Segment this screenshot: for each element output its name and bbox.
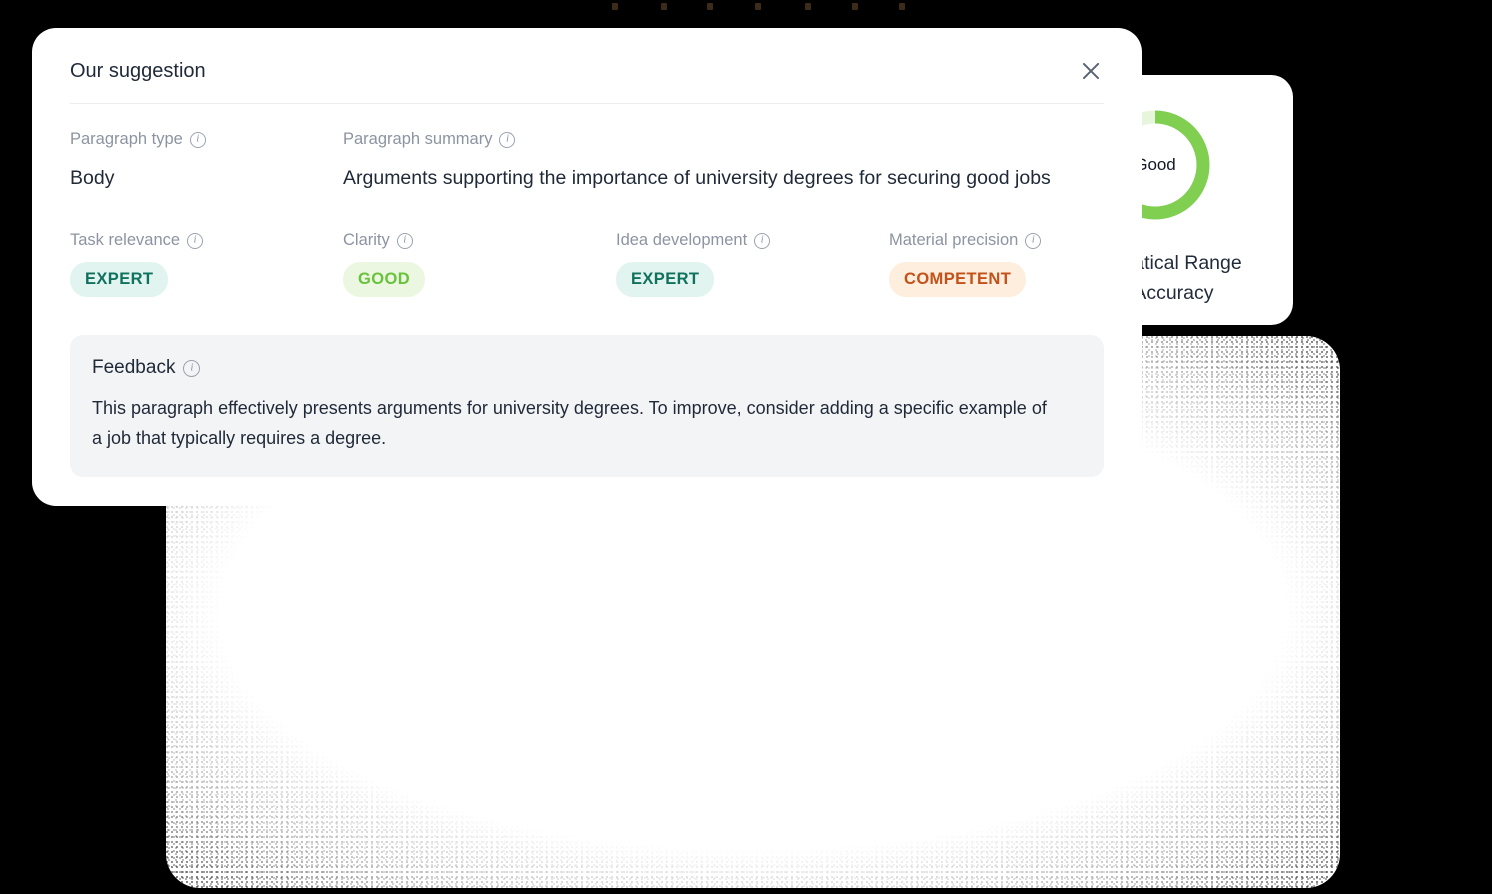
rating-label-text: Clarity <box>343 231 390 249</box>
paragraph-meta-row: Paragraph type i Body Paragraph summary … <box>70 130 1104 193</box>
speck <box>707 3 713 10</box>
rating-column: Material precision i COMPETENT <box>889 231 1162 297</box>
info-icon[interactable]: i <box>1025 232 1042 249</box>
rating-label: Clarity i <box>343 231 616 250</box>
speck <box>852 3 858 10</box>
speck <box>899 3 905 10</box>
rating-label-text: Task relevance <box>70 231 181 249</box>
paragraph-type-field: Paragraph type i Body <box>70 130 343 193</box>
paragraph-summary-value: Arguments supporting the importance of u… <box>343 167 1051 189</box>
paragraph-type-label-text: Paragraph type <box>70 130 183 148</box>
rating-label-text: Material precision <box>889 231 1019 249</box>
ratings-row: Task relevance i EXPERT Clarity i GOOD Idea de… <box>70 231 1104 297</box>
paragraph-type-label: Paragraph type i <box>70 130 343 149</box>
paragraph-type-value: Body <box>70 167 115 189</box>
rating-label: Idea development i <box>616 231 889 250</box>
speck <box>612 3 618 10</box>
status-badge[interactable]: EXPERT <box>70 262 169 297</box>
rating-label-text: Idea development <box>616 231 748 249</box>
feedback-text: This paragraph effectively presents argu… <box>92 398 1047 448</box>
rating-column: Task relevance i EXPERT <box>70 231 343 297</box>
close-icon[interactable] <box>1078 58 1104 84</box>
status-badge[interactable]: GOOD <box>343 262 426 297</box>
status-badge[interactable]: EXPERT <box>616 262 715 297</box>
status-badge[interactable]: COMPETENT <box>889 262 1027 297</box>
rating-label: Task relevance i <box>70 231 343 250</box>
speck <box>805 3 811 10</box>
speck <box>755 3 761 10</box>
suggestion-panel: Our suggestion Paragraph type i Body Par… <box>32 28 1142 506</box>
feedback-box: Feedback i This paragraph effectively pr… <box>70 335 1104 477</box>
panel-header: Our suggestion <box>70 58 1104 104</box>
info-icon[interactable]: i <box>499 131 516 148</box>
paragraph-summary-label: Paragraph summary i <box>343 130 1103 149</box>
rating-label: Material precision i <box>889 231 1162 250</box>
panel-title: Our suggestion <box>70 59 206 82</box>
rating-column: Idea development i EXPERT <box>616 231 889 297</box>
info-icon[interactable]: i <box>396 232 413 249</box>
rating-column: Clarity i GOOD <box>343 231 616 297</box>
screenshot-root: 7.0OverallExpertTask AchievementLimitedC… <box>0 0 1492 894</box>
speck <box>661 3 667 10</box>
info-icon[interactable]: i <box>183 359 201 377</box>
paragraph-summary-field: Paragraph summary i Arguments supporting… <box>343 130 1103 193</box>
info-icon[interactable]: i <box>754 232 771 249</box>
feedback-label: Feedback i <box>92 357 1082 379</box>
info-icon[interactable]: i <box>187 232 204 249</box>
info-icon[interactable]: i <box>189 131 206 148</box>
feedback-label-text: Feedback <box>92 357 176 378</box>
paragraph-summary-label-text: Paragraph summary <box>343 130 493 148</box>
